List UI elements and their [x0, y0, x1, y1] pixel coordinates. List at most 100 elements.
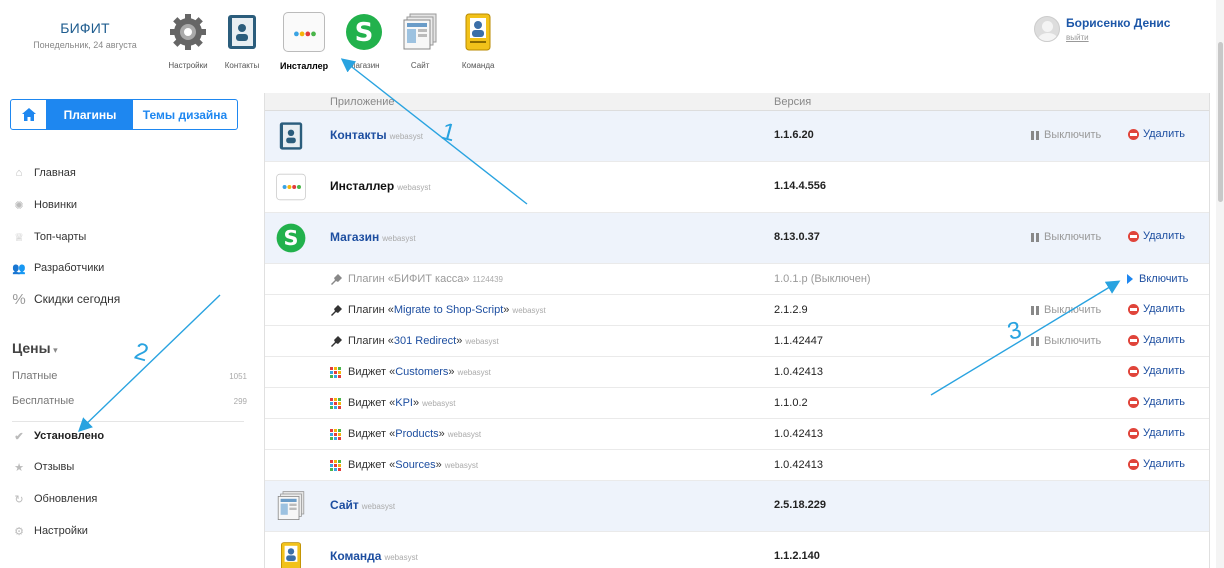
- delete-label: Удалить: [1143, 427, 1185, 439]
- vendor: webasyst: [397, 183, 431, 192]
- table-row: Виджет «Products» webasyst 1.0.42413 Удал…: [265, 419, 1209, 450]
- table-row: Сайт webasyst 2.5.18.229: [265, 481, 1209, 532]
- plugin-suffix: »: [456, 335, 463, 347]
- title-text: Контакты: [330, 128, 387, 142]
- table-row: Контакты webasyst 1.1.6.20 Выключить Удал…: [265, 111, 1209, 162]
- widget-title[interactable]: Виджет «Products» webasyst: [330, 428, 481, 440]
- widget-icon: [330, 459, 341, 471]
- app-title[interactable]: Контакты webasyst: [330, 128, 423, 142]
- plugin-title[interactable]: Плагин «Migrate to Shop-Script» webasyst: [330, 304, 546, 316]
- version: 1.1.42447: [774, 335, 823, 347]
- table-row: Инсталлер webasyst 1.14.4.556: [265, 162, 1209, 213]
- table-row: Плагин «Migrate to Shop-Script» webasyst …: [265, 295, 1209, 326]
- disable-button[interactable]: Выключить: [1031, 335, 1101, 347]
- brand[interactable]: БИФИТ Понедельник, 24 августа: [30, 20, 140, 50]
- gear-icon: [170, 14, 206, 50]
- widget-icon: [330, 397, 341, 409]
- widget-title[interactable]: Виджет «KPI» webasyst: [330, 397, 455, 409]
- enable-label: Включить: [1139, 273, 1189, 285]
- table-row: Плагин «БИФИТ касса» 1124439 1.0.1.p (Вык…: [265, 264, 1209, 295]
- plugin-title[interactable]: Плагин «БИФИТ касса» 1124439: [330, 273, 503, 285]
- current-date: Понедельник, 24 августа: [33, 40, 137, 50]
- widget-title[interactable]: Виджет «Customers» webasyst: [330, 366, 491, 378]
- nav-sales[interactable]: % Скидки сегодня: [12, 291, 247, 308]
- app-contacts[interactable]: Контакты: [222, 12, 262, 71]
- nav-top-charts[interactable]: ♕ Топ-чарты: [12, 231, 247, 244]
- delete-button[interactable]: Удалить: [1128, 458, 1185, 470]
- app-title[interactable]: Магазин webasyst: [330, 230, 416, 244]
- col-version: Версия: [774, 96, 812, 108]
- tab-themes[interactable]: Темы дизайна: [133, 100, 237, 129]
- paid-count: 1051: [229, 371, 247, 381]
- title-text: Инсталлер: [330, 179, 395, 193]
- table-row: Виджет «KPI» webasyst 1.1.0.2 Удалить: [265, 388, 1209, 419]
- version: 1.0.42413: [774, 459, 823, 471]
- widget-name: Products: [395, 428, 439, 440]
- vendor: 1124439: [472, 274, 504, 284]
- widget-suffix: »: [435, 459, 442, 471]
- app-installer[interactable]: Инсталлер: [280, 12, 328, 71]
- logout-link[interactable]: выйти: [1066, 33, 1170, 42]
- delete-button[interactable]: Удалить: [1128, 230, 1185, 242]
- plugin-suffix: »: [503, 304, 510, 316]
- disable-button[interactable]: Выключить: [1031, 129, 1101, 141]
- scrollbar-thumb[interactable]: [1218, 42, 1223, 202]
- app-site[interactable]: Сайт: [400, 12, 440, 71]
- app-settings[interactable]: Настройки: [168, 12, 208, 71]
- app-team[interactable]: Команда: [458, 12, 498, 71]
- delete-button[interactable]: Удалить: [1128, 303, 1185, 315]
- app-label: Команда: [461, 61, 495, 70]
- widget-suffix: »: [438, 428, 445, 440]
- team-icon: [281, 542, 301, 568]
- tab-home[interactable]: [11, 100, 47, 129]
- nav-developers[interactable]: 👥 Разработчики: [12, 262, 247, 275]
- app-bar: Настройки Контакты Инсталлер S Магазин С…: [160, 12, 510, 71]
- plugin-title[interactable]: Плагин «301 Redirect» webasyst: [330, 335, 499, 347]
- delete-icon: [1128, 230, 1139, 242]
- app-shop[interactable]: S Магазин: [344, 12, 384, 71]
- nav-settings[interactable]: ⚙ Настройки: [12, 525, 247, 538]
- vendor: webasyst: [389, 132, 423, 141]
- pause-icon: [1031, 232, 1039, 242]
- app-label: Контакты: [224, 61, 260, 70]
- pause-icon: [1031, 130, 1039, 140]
- delete-button[interactable]: Удалить: [1128, 427, 1185, 439]
- nav-free[interactable]: Бесплатные 299: [12, 395, 247, 407]
- nav-paid[interactable]: Платные 1051: [12, 370, 247, 382]
- site-icon: [277, 491, 305, 520]
- disable-button[interactable]: Выключить: [1031, 304, 1101, 316]
- version: 1.0.42413: [774, 428, 823, 440]
- delete-button[interactable]: Удалить: [1128, 334, 1185, 346]
- tab-plugins[interactable]: Плагины: [47, 100, 133, 129]
- nav-reviews[interactable]: ★ Отзывы: [12, 461, 247, 474]
- table-row: Команда webasyst 1.1.2.140: [265, 532, 1209, 568]
- contacts-icon: [279, 122, 303, 150]
- version: 1.0.42413: [774, 366, 823, 378]
- nav-installed[interactable]: ✔ Установлено: [12, 430, 247, 443]
- nav-label: Обновления: [34, 493, 98, 505]
- version: 1.0.1.p (Выключен): [774, 273, 871, 285]
- app-title[interactable]: Команда webasyst: [330, 549, 418, 563]
- app-title[interactable]: Сайт webasyst: [330, 498, 395, 512]
- prices-dropdown[interactable]: Цены ▾: [12, 340, 58, 356]
- disable-button[interactable]: Выключить: [1031, 231, 1101, 243]
- user-name[interactable]: Борисенко Денис: [1066, 16, 1170, 30]
- widget-prefix: Виджет «: [348, 459, 396, 471]
- nav-new[interactable]: ✺ Новинки: [12, 199, 247, 212]
- delete-button[interactable]: Удалить: [1128, 365, 1185, 377]
- vendor: webasyst: [384, 553, 418, 562]
- avatar[interactable]: [1034, 16, 1060, 42]
- scrollbar[interactable]: [1216, 0, 1224, 568]
- shop-icon: S: [346, 14, 383, 50]
- vendor: webasyst: [512, 305, 546, 315]
- delete-button[interactable]: Удалить: [1128, 396, 1185, 408]
- check-icon: ✔: [14, 430, 24, 443]
- contacts-icon: [228, 15, 256, 49]
- widget-title[interactable]: Виджет «Sources» webasyst: [330, 459, 478, 471]
- nav-updates[interactable]: ↻ Обновления: [12, 493, 247, 506]
- delete-button[interactable]: Удалить: [1128, 128, 1185, 140]
- app-title[interactable]: Инсталлер webasyst: [330, 179, 431, 193]
- widget-prefix: Виджет «: [348, 366, 396, 378]
- enable-button[interactable]: Включить: [1127, 273, 1188, 285]
- nav-main[interactable]: ⌂ Главная: [12, 167, 247, 179]
